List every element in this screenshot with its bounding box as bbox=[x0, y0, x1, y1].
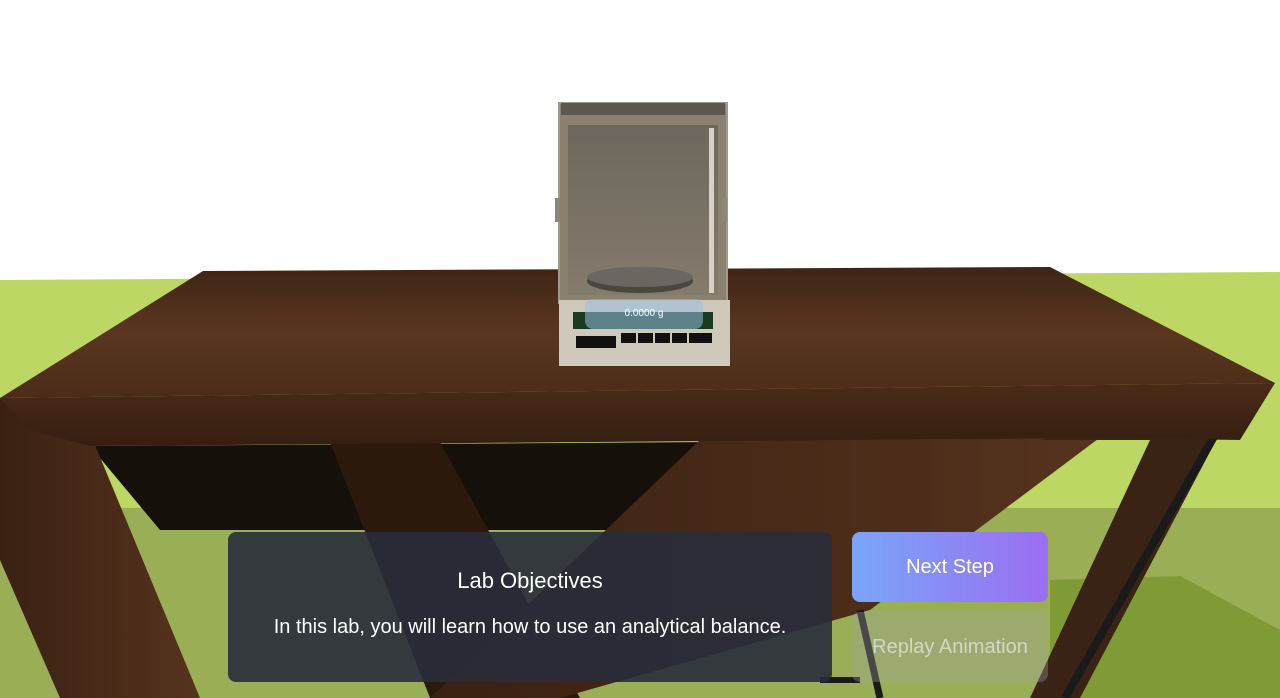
replay-animation-button[interactable]: Replay Animation bbox=[852, 612, 1048, 682]
objectives-text: In this lab, you will learn how to use a… bbox=[273, 616, 787, 638]
balance-reading: 0.0000 g bbox=[585, 299, 703, 329]
objectives-title: Lab Objectives bbox=[457, 568, 603, 593]
next-step-button[interactable]: Next Step bbox=[852, 532, 1048, 602]
lab-objectives-panel: Lab Objectives In this lab, you will lea… bbox=[228, 532, 832, 682]
